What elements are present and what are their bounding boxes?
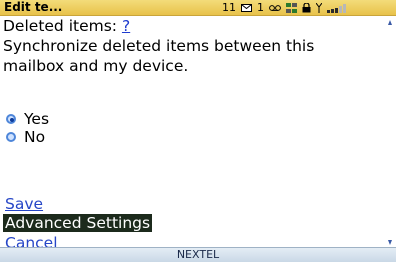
- status-icons: 11 1: [222, 0, 346, 15]
- lock-icon: [302, 2, 311, 12]
- signal-strength-icon: [327, 3, 346, 13]
- status-bar: Edit te... 11 1: [0, 0, 396, 16]
- option-no-label: No: [24, 128, 46, 146]
- advanced-settings-button[interactable]: Advanced Settings: [3, 214, 153, 232]
- deleted-items-heading: Deleted items:: [3, 17, 118, 35]
- voicemail-icon: [269, 4, 281, 11]
- mail-count: 11: [222, 1, 236, 14]
- antenna-icon: [316, 2, 322, 13]
- description-line-2: mailbox and my device.: [3, 57, 189, 75]
- radio-yes-icon[interactable]: [6, 114, 16, 124]
- option-no[interactable]: No: [6, 128, 45, 146]
- scroll-indicator: [388, 20, 392, 245]
- scroll-down-icon: [388, 240, 392, 245]
- voicemail-count: 1: [257, 1, 264, 14]
- option-content: Deleted items: ? Synchronize deleted ite…: [3, 16, 387, 76]
- deleted-items-heading-row: Deleted items: ?: [3, 16, 387, 36]
- network-icon: [286, 2, 297, 13]
- option-yes[interactable]: Yes: [6, 110, 49, 128]
- save-button[interactable]: Save: [5, 195, 43, 213]
- cancel-button[interactable]: Cancel: [5, 233, 58, 247]
- radio-no-icon[interactable]: [6, 132, 16, 142]
- option-yes-label: Yes: [24, 110, 50, 128]
- carrier-banner: NEXTEL: [0, 247, 396, 262]
- description-line-1: Synchronize deleted items between this: [3, 37, 315, 55]
- help-link[interactable]: ?: [122, 17, 130, 35]
- screen-title: Edit te...: [4, 0, 63, 14]
- scroll-up-icon: [388, 20, 392, 25]
- envelope-icon: [241, 3, 252, 12]
- cancel-label: Cancel: [5, 234, 58, 247]
